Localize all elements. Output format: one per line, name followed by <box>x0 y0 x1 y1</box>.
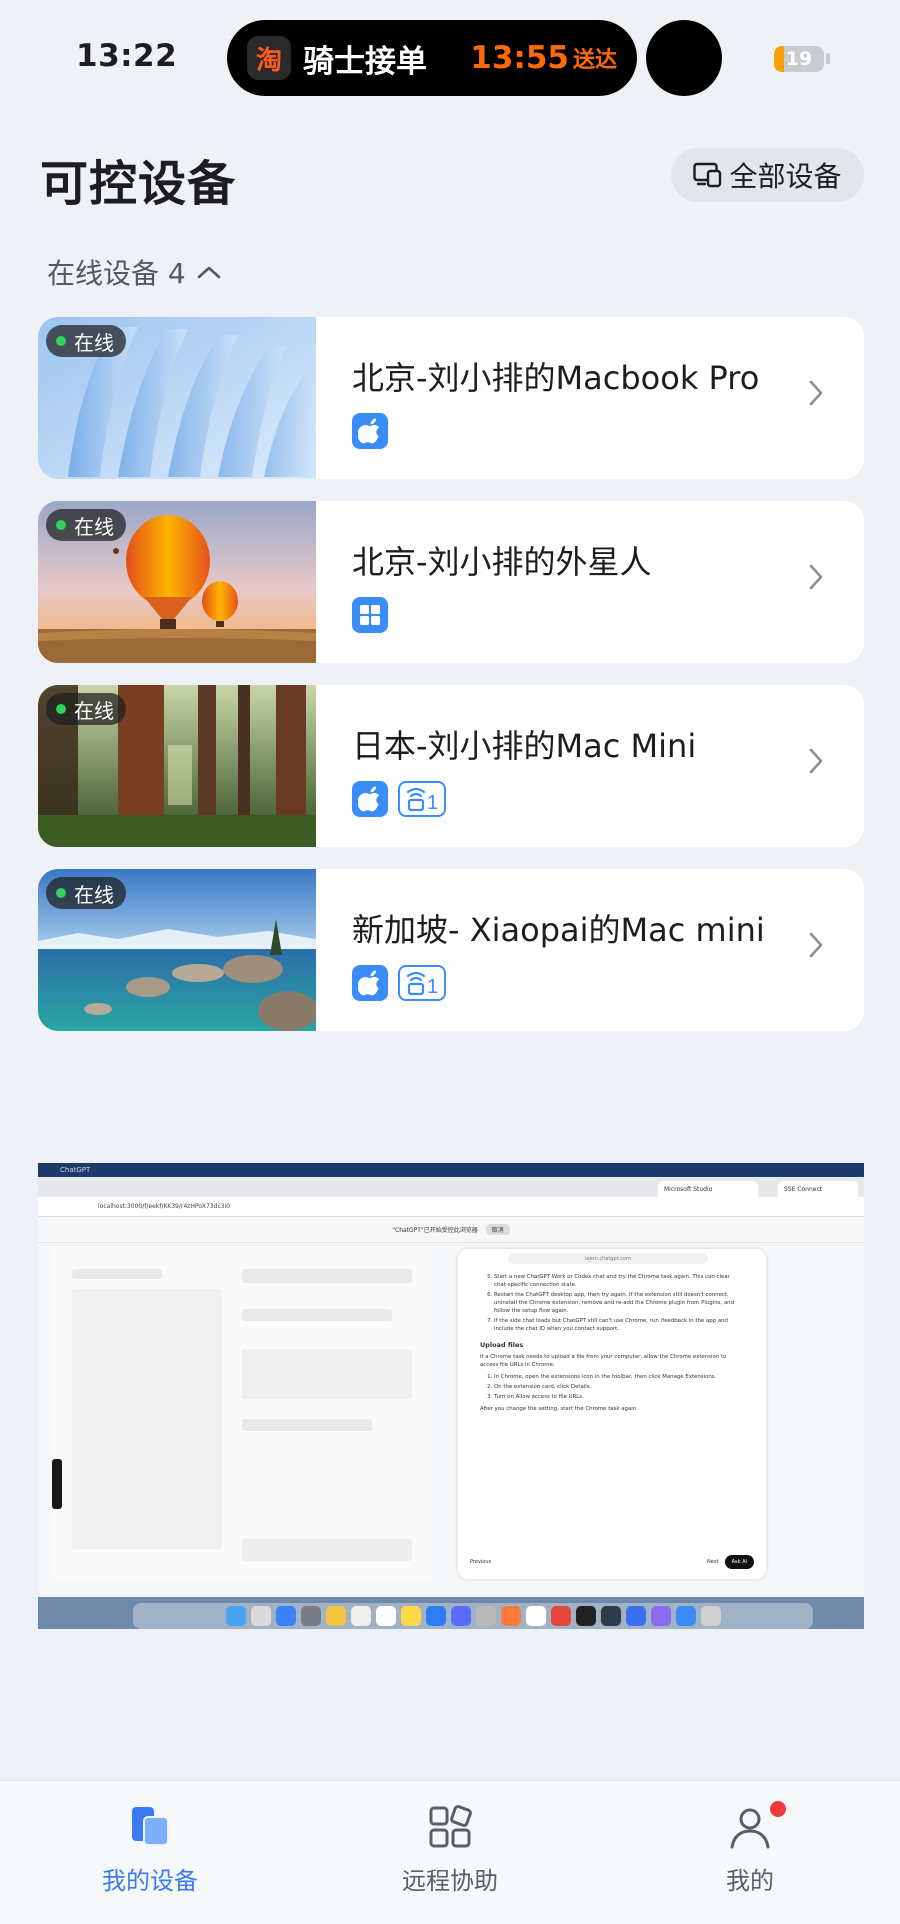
chevron-right-icon <box>809 564 823 590</box>
chevron-right-icon <box>809 932 823 958</box>
device-name: 新加坡- Xiaopai的Mac mini <box>352 911 765 949</box>
battery-icon: 19 <box>774 46 824 72</box>
device-wallpaper: 在线 <box>38 317 316 479</box>
cast-count: 1 <box>427 792 438 812</box>
live-activity-eta-suffix: 送达 <box>572 48 617 73</box>
online-status-badge: 在线 <box>46 877 126 909</box>
apple-icon <box>352 965 388 1001</box>
notification-badge <box>770 1801 786 1817</box>
doc-footer: Previous Next Ask AI <box>470 1551 754 1573</box>
device-name: 北京-刘小排的外星人 <box>352 543 652 581</box>
online-dot <box>56 888 66 898</box>
browser-tab: SSE Connect <box>778 1181 858 1197</box>
my-devices-icon <box>132 1807 169 1846</box>
profile-icon <box>730 1808 770 1849</box>
help-doc-panel: learn.chatgpt.com Start a new ChatGPT Wo… <box>458 1249 766 1579</box>
devices-icon <box>693 162 722 188</box>
online-devices-toggle[interactable]: 在线设备 4 <box>47 252 222 292</box>
remote-assist-icon <box>429 1805 472 1848</box>
tab-remote-assist[interactable]: 远程协助 <box>350 1803 550 1896</box>
address-bar: localhost:3000/f/eekf/KK39/r4zHPoX73dc3i… <box>38 1197 864 1217</box>
online-dot <box>56 520 66 530</box>
bottom-tab-bar: 我的设备 远程协助 我的 <box>0 1780 900 1924</box>
blurred-chat-panel <box>52 1249 432 1579</box>
taobao-app-icon: 淘 <box>247 36 291 80</box>
battery-fill <box>774 46 784 72</box>
doc-heading: Upload files <box>480 1341 524 1349</box>
screen-cast-tag: 1 <box>398 781 446 817</box>
tab-label: 远程协助 <box>402 1867 498 1895</box>
browser-tabs: Microsoft Studio SSE Connect <box>38 1177 864 1197</box>
mac-dock <box>133 1603 813 1629</box>
status-time: 13:22 <box>76 38 178 74</box>
all-devices-label: 全部设备 <box>729 160 842 193</box>
windows-icon <box>352 597 388 633</box>
live-activity-island[interactable]: 淘 骑士接单 13:55 送达 <box>227 20 637 96</box>
apple-icon <box>352 781 388 817</box>
tab-my-devices[interactable]: 我的设备 <box>50 1803 250 1896</box>
online-status-badge: 在线 <box>46 693 126 725</box>
device-card[interactable]: 在线 北京-刘小排的Macbook Pro <box>38 317 864 479</box>
cast-count: 1 <box>427 976 438 996</box>
remote-desktop-preview[interactable]: ChatGPT Microsoft Studio SSE Connect loc… <box>38 1163 864 1629</box>
screen-cast-tag: 1 <box>398 965 446 1001</box>
tab-me[interactable]: 我的 <box>650 1801 850 1896</box>
online-dot <box>56 336 66 346</box>
online-devices-label: 在线设备 4 <box>47 257 186 290</box>
device-wallpaper: 在线 <box>38 869 316 1031</box>
doc-list: Start a new ChatGPT Work or Codex chat a… <box>480 1273 744 1333</box>
online-status-badge: 在线 <box>46 325 126 357</box>
all-devices-button[interactable]: 全部设备 <box>671 148 864 202</box>
device-name: 北京-刘小排的Macbook Pro <box>352 359 760 397</box>
chevron-right-icon <box>809 748 823 774</box>
device-wallpaper: 在线 <box>38 501 316 663</box>
app-screen: 13:22 淘 骑士接单 13:55 送达 19 可控设备 全部设备 在线设备 … <box>0 0 900 1924</box>
live-activity-title: 骑士接单 <box>303 43 427 80</box>
doc-steps: In Chrome, open the extensions icon in t… <box>480 1373 744 1401</box>
chevron-right-icon <box>809 380 823 406</box>
online-dot <box>56 704 66 714</box>
tab-label: 我的设备 <box>102 1867 198 1895</box>
device-card[interactable]: 在线 北京-刘小排的外星人 <box>38 501 864 663</box>
device-card[interactable]: 在线 日本-刘小排的Mac Mini 1 <box>38 685 864 847</box>
device-wallpaper: 在线 <box>38 685 316 847</box>
device-card[interactable]: 在线 新加坡- Xiaopai的Mac mini 1 <box>38 869 864 1031</box>
browser-window: Microsoft Studio SSE Connect localhost:3… <box>38 1177 864 1597</box>
browser-tab: Microsoft Studio <box>658 1181 758 1197</box>
device-name: 日本-刘小排的Mac Mini <box>352 727 697 765</box>
battery-level: 19 <box>785 48 813 70</box>
camera-cutout <box>646 20 722 96</box>
page-title: 可控设备 <box>40 156 237 212</box>
battery-cap <box>826 53 830 64</box>
automation-notice: "ChatGPT"已开始受控此浏览器 取消 <box>38 1217 864 1243</box>
apple-icon <box>352 413 388 449</box>
live-activity-eta: 13:55 <box>470 40 569 76</box>
chevron-up-icon <box>197 266 221 279</box>
tab-label: 我的 <box>726 1867 774 1895</box>
online-status-badge: 在线 <box>46 509 126 541</box>
mac-menubar: ChatGPT <box>38 1163 864 1177</box>
doc-url: learn.chatgpt.com <box>508 1253 708 1264</box>
